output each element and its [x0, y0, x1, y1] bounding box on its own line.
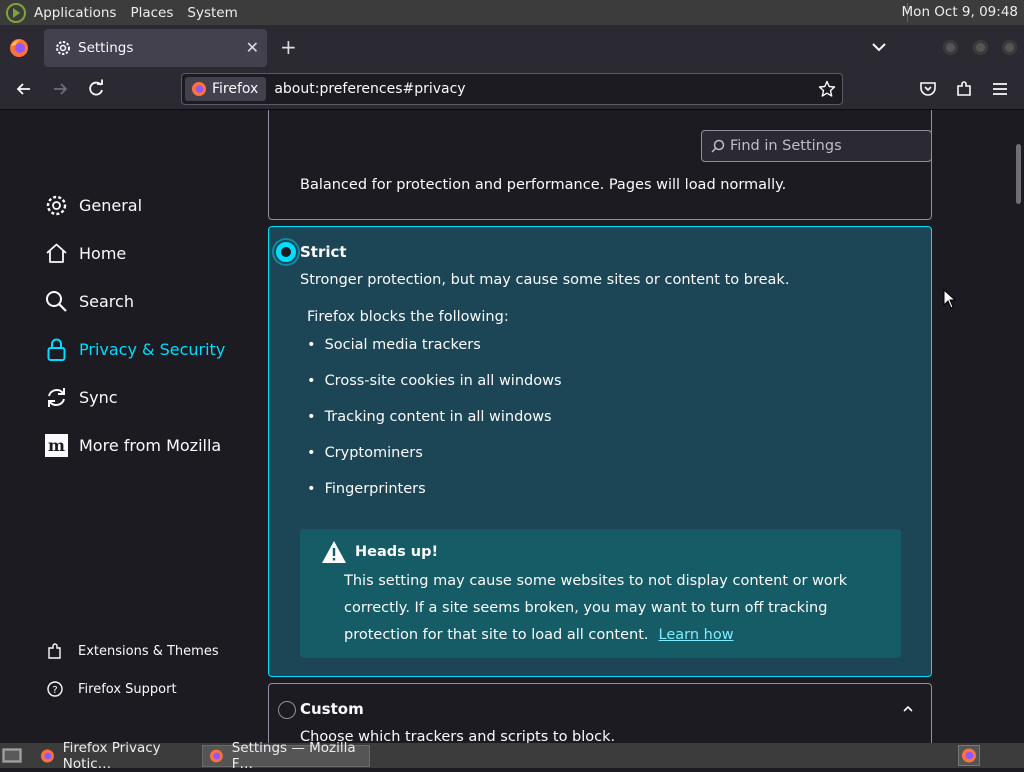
home-icon — [46, 243, 67, 263]
identity-box[interactable]: Firefox — [185, 77, 267, 101]
hamburger-menu-icon[interactable] — [990, 79, 1010, 99]
minimize-window-button[interactable] — [943, 40, 958, 55]
places-menu[interactable]: Places — [130, 5, 173, 21]
blocks-title: Firefox blocks the following: — [307, 309, 509, 325]
tab-settings[interactable]: Settings ✕ — [44, 29, 267, 67]
list-item: Social media trackers — [307, 337, 562, 373]
close-tab-icon[interactable]: ✕ — [246, 38, 259, 57]
strict-description: Stronger protection, but may cause some … — [300, 272, 790, 288]
category-label: Privacy & Security — [79, 339, 226, 359]
reload-icon[interactable] — [86, 79, 106, 99]
task-label: Firefox Privacy Notic… — [62, 740, 161, 772]
task-firefox-privacy-notice[interactable]: Firefox Privacy Notic… — [34, 740, 202, 772]
firefox-view-icon[interactable] — [8, 37, 30, 59]
scrollbar-thumb[interactable] — [1016, 144, 1021, 204]
footer-label: Extensions & Themes — [78, 643, 219, 659]
custom-protection-card[interactable]: Custom Choose which trackers and scripts… — [268, 683, 932, 743]
forward-arrow-icon[interactable] — [50, 79, 70, 99]
firefox-icon — [962, 748, 976, 763]
gear-icon — [56, 41, 70, 55]
category-home[interactable]: Home — [44, 238, 126, 268]
strict-protection-card[interactable]: Strict Stronger protection, but may caus… — [268, 226, 932, 677]
extensions-puzzle-icon[interactable] — [954, 79, 974, 99]
clock[interactable]: Mon Oct 9, 09:48 — [902, 4, 1018, 20]
category-label: Sync — [79, 387, 118, 407]
firefox-icon — [209, 749, 223, 763]
system-menu[interactable]: System — [187, 5, 237, 21]
pocket-icon[interactable] — [918, 79, 938, 99]
warning-icon — [322, 541, 346, 563]
standard-description: Balanced for protection and performance.… — [300, 177, 787, 193]
firefox-support-link[interactable]: ? Firefox Support — [46, 677, 177, 701]
category-label: General — [79, 195, 143, 215]
category-search[interactable]: Search — [44, 286, 134, 316]
blocked-list: Social media trackers Cross-site cookies… — [307, 337, 562, 517]
standard-protection-card[interactable]: Balanced for protection and performance.… — [268, 110, 932, 220]
mouse-pointer-icon — [943, 289, 956, 309]
tab-strip: Settings ✕ + — [0, 25, 1024, 69]
system-top-panel: Applications Places System Mon Oct 9, 09… — [0, 0, 1024, 25]
url-bar[interactable]: Firefox about:preferences#privacy — [181, 73, 843, 105]
heads-up-title: Heads up! — [355, 544, 439, 560]
maximize-window-button[interactable] — [973, 40, 988, 55]
close-window-button[interactable] — [1002, 40, 1017, 55]
category-label: Search — [79, 291, 134, 311]
heads-up-notice: Heads up! This setting may cause some we… — [300, 529, 901, 658]
category-sync[interactable]: Sync — [44, 382, 118, 412]
list-item: Fingerprinters — [307, 481, 562, 517]
list-item: Cryptominers — [307, 445, 562, 481]
extensions-themes-link[interactable]: Extensions & Themes — [46, 639, 219, 663]
sync-icon — [48, 387, 65, 407]
footer-label: Firefox Support — [78, 681, 177, 697]
mate-logo-icon[interactable] — [5, 2, 27, 24]
strict-label[interactable]: Strict — [300, 243, 347, 261]
navigation-toolbar: Firefox about:preferences#privacy — [0, 69, 1024, 110]
svg-text:m: m — [48, 436, 65, 455]
category-more-from-mozilla[interactable]: m More from Mozilla — [44, 430, 221, 460]
heads-up-text: This setting may cause some websites to … — [344, 568, 889, 649]
svg-text:?: ? — [52, 685, 57, 696]
extensions-puzzle-icon — [48, 643, 61, 659]
workspace-switcher[interactable] — [958, 745, 980, 766]
back-arrow-icon[interactable] — [14, 79, 34, 99]
category-privacy-security[interactable]: Privacy & Security — [44, 334, 225, 364]
identity-label: Firefox — [212, 81, 259, 97]
tab-title: Settings — [78, 40, 134, 56]
custom-radio[interactable] — [278, 701, 296, 719]
mozilla-icon: m — [45, 433, 68, 457]
chevron-up-icon[interactable] — [901, 702, 915, 716]
new-tab-icon[interactable]: + — [280, 35, 297, 59]
firefox-icon — [192, 82, 206, 96]
strict-radio[interactable] — [276, 242, 296, 262]
bookmark-star-icon[interactable] — [818, 80, 836, 98]
category-general[interactable]: General — [44, 190, 142, 220]
task-label: Settings — Mozilla F… — [231, 740, 356, 772]
task-settings-firefox[interactable]: Settings — Mozilla F… — [202, 740, 370, 772]
gear-icon — [46, 195, 67, 215]
chevron-down-icon[interactable] — [870, 38, 888, 56]
firefox-icon — [40, 749, 54, 763]
search-icon — [46, 290, 67, 312]
custom-label[interactable]: Custom — [300, 700, 364, 718]
page-scrollbar[interactable] — [1012, 110, 1024, 743]
url-text[interactable]: about:preferences#privacy — [274, 81, 465, 97]
help-icon: ? — [47, 681, 63, 697]
category-label: More from Mozilla — [79, 435, 222, 455]
category-label: Home — [79, 243, 127, 263]
heads-up-body: This setting may cause some websites to … — [344, 573, 848, 643]
list-item: Cross-site cookies in all windows — [307, 373, 562, 409]
show-desktop-icon[interactable] — [2, 747, 22, 764]
learn-how-link[interactable]: Learn how — [659, 627, 734, 643]
list-item: Tracking content in all windows — [307, 409, 562, 445]
applications-menu[interactable]: Applications — [34, 5, 116, 21]
bottom-panel: Firefox Privacy Notic… Settings — Mozill… — [0, 740, 1024, 772]
settings-page: Find in Settings General Home Search Pri… — [0, 110, 1012, 743]
lock-icon — [47, 338, 66, 361]
